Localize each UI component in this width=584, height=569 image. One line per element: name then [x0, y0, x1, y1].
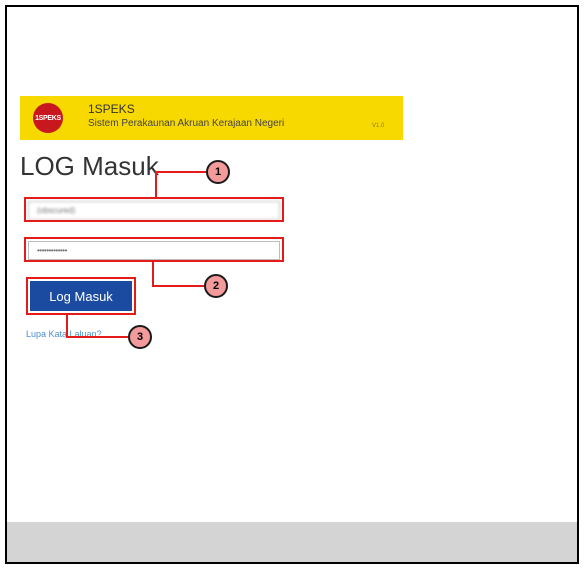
callout-2-marker: 2 — [204, 274, 228, 298]
callout-1-connector-vertical — [155, 172, 157, 199]
callout-3-marker: 3 — [128, 325, 152, 349]
callout-1-marker: 1 — [206, 160, 230, 184]
callout-1-connector-horizontal — [155, 171, 207, 173]
app-logo: 1SPEKS — [33, 103, 63, 133]
callout-3-connector-horizontal — [66, 336, 128, 338]
callout-2-connector-vertical — [152, 262, 154, 287]
version-label: V1.0 — [372, 123, 385, 129]
page-title: LOG Masuk — [20, 151, 159, 181]
app-subtitle: Sistem Perakaunan Akruan Kerajaan Negeri — [88, 118, 285, 129]
callout-2-connector-horizontal — [152, 285, 204, 287]
callout-3-connector-vertical — [66, 313, 68, 338]
app-header: 1SPEKS 1SPEKS Sistem Perakaunan Akruan K… — [20, 96, 403, 140]
login-button-highlight-box — [26, 277, 136, 315]
username-highlight-box — [24, 197, 284, 222]
screenshot-frame: 1SPEKS 1SPEKS Sistem Perakaunan Akruan K… — [5, 5, 579, 564]
footer-band — [7, 522, 577, 562]
app-name: 1SPEKS — [88, 102, 135, 116]
password-highlight-box — [24, 237, 284, 262]
